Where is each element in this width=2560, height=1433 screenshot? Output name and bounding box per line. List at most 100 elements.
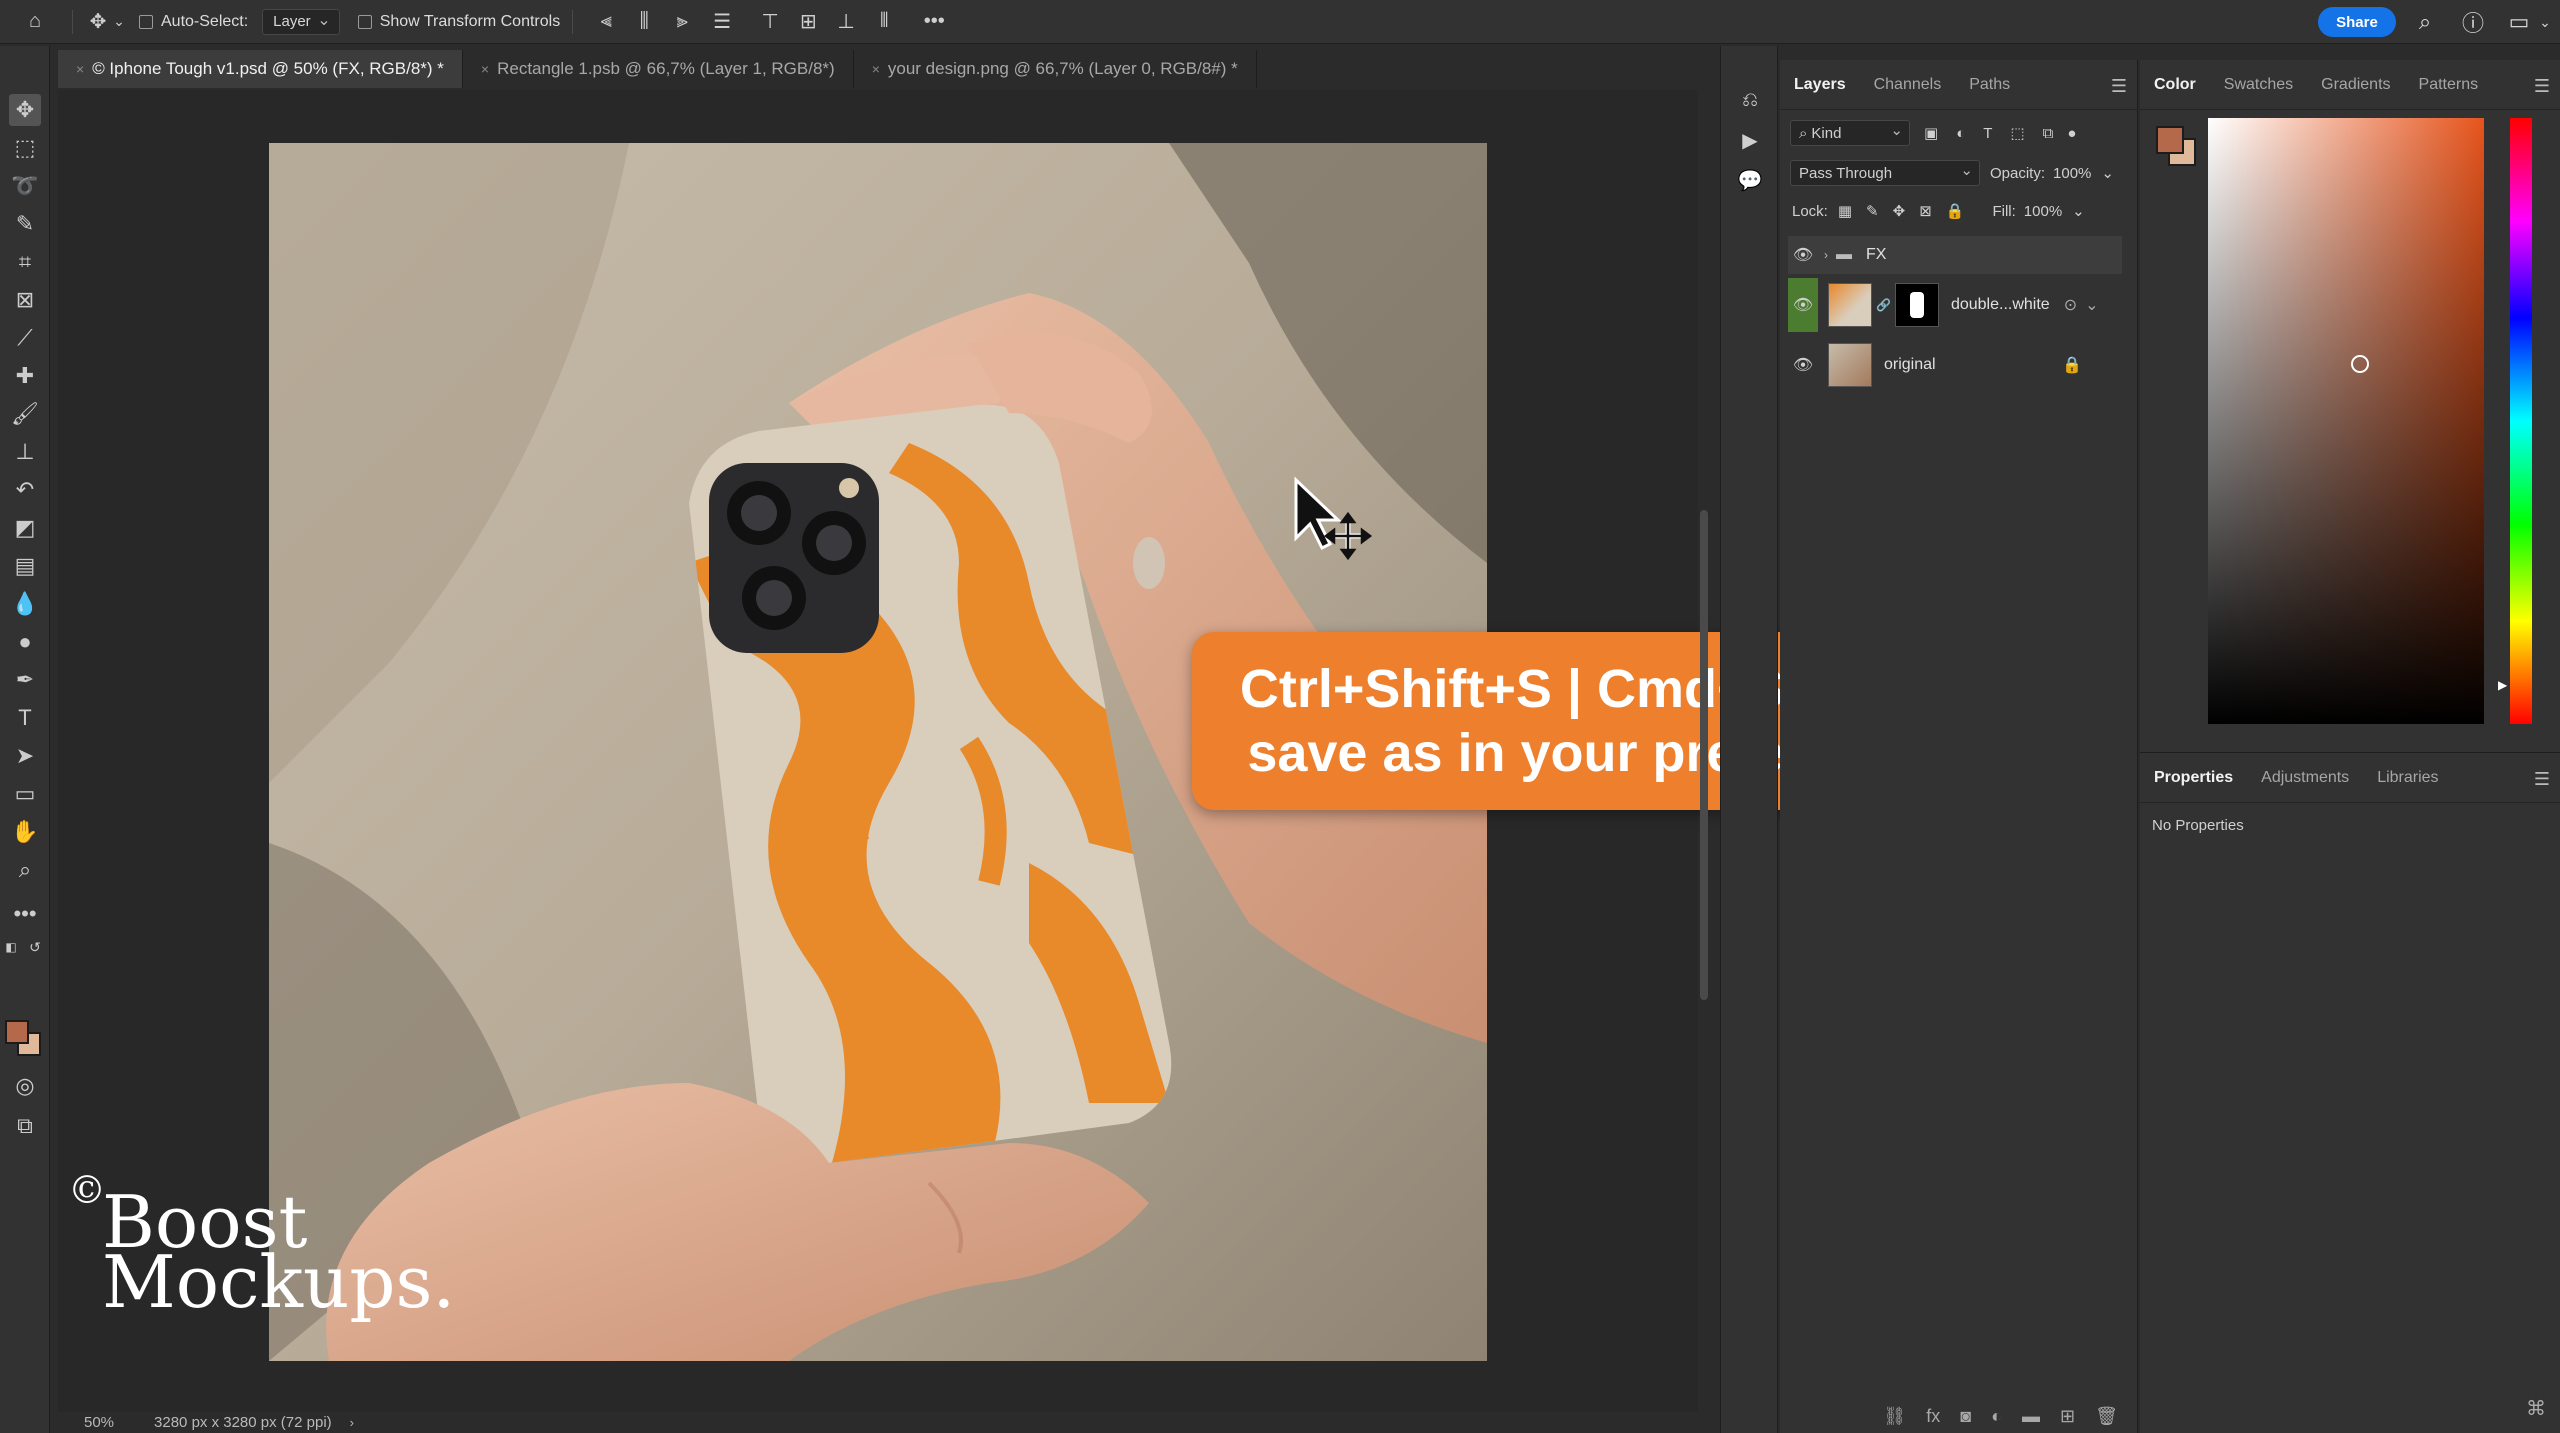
transform-controls-checkbox[interactable] — [357, 14, 372, 29]
new-group-icon[interactable]: ▬ — [2022, 1406, 2040, 1427]
tab-color[interactable]: Color — [2140, 60, 2210, 110]
tab-patterns[interactable]: Patterns — [2405, 60, 2493, 110]
tab-properties[interactable]: Properties — [2140, 753, 2247, 803]
fx-icon[interactable]: fx — [1926, 1406, 1940, 1427]
close-icon[interactable]: × — [481, 61, 489, 77]
tab-swatches[interactable]: Swatches — [2210, 60, 2307, 110]
lock-transparency-icon[interactable]: ▦ — [1838, 202, 1852, 220]
path-selection-tool-icon[interactable]: ➤ — [9, 740, 41, 772]
history-icon[interactable]: ⎌ — [1736, 86, 1764, 114]
lock-artboard-icon[interactable]: ⊠ — [1919, 202, 1932, 220]
rectangle-tool-icon[interactable]: ▭ — [9, 778, 41, 810]
layer-row-fx[interactable]: 👁 › ▬ FX — [1788, 236, 2122, 274]
align-left-icon[interactable]: ⫷ — [593, 9, 619, 35]
brush-tool-icon[interactable]: 🖌 — [9, 398, 41, 430]
panel-menu-icon[interactable]: ☰ — [2111, 76, 2127, 97]
frame-tool-icon[interactable]: ⊠ — [9, 284, 41, 316]
align-top-icon[interactable]: ⊤ — [757, 9, 783, 35]
tab-adjustments[interactable]: Adjustments — [2247, 753, 2363, 803]
zoom-level[interactable]: 50% — [84, 1414, 114, 1431]
search-icon[interactable]: ⌕ — [2412, 9, 2438, 35]
zoom-tool-icon[interactable]: ⌕ — [9, 854, 41, 886]
layer-row-original[interactable]: 👁 original 🔒 — [1788, 338, 2122, 392]
lock-position-icon[interactable]: ✥ — [1893, 202, 1906, 220]
dodge-tool-icon[interactable]: ● — [9, 626, 41, 658]
canvas-area[interactable]: Ctrl+Shift+S | Cmd+Shift+S(mac) save as … — [58, 90, 2128, 1412]
tab-iphone-tough[interactable]: × © Iphone Tough v1.psd @ 50% (FX, RGB/8… — [58, 50, 463, 88]
chevron-down-icon[interactable]: ⌄ — [2532, 9, 2558, 35]
home-icon[interactable]: ⌂ — [22, 9, 48, 35]
opacity-value[interactable]: 100% — [2053, 165, 2091, 182]
more-options-icon[interactable]: ••• — [921, 9, 947, 35]
filter-type-icon[interactable]: T — [1983, 125, 1992, 142]
color-picker-field[interactable] — [2208, 118, 2484, 724]
adjustment-layer-icon[interactable]: ◐ — [1991, 1406, 2002, 1427]
tab-your-design[interactable]: × your design.png @ 66,7% (Layer 0, RGB/… — [854, 50, 1257, 88]
link-layers-icon[interactable]: ⛓ — [1883, 1406, 1906, 1427]
panel-menu-icon[interactable]: ☰ — [2534, 76, 2550, 97]
blend-mode-dropdown[interactable]: Pass Through — [1790, 160, 1980, 186]
panel-menu-icon[interactable]: ☰ — [2534, 769, 2550, 790]
filter-toggle-icon[interactable]: ● — [2067, 125, 2076, 142]
add-mask-icon[interactable]: ◙ — [1960, 1406, 1971, 1427]
crop-tool-icon[interactable]: ⌗ — [9, 246, 41, 278]
type-tool-icon[interactable]: T — [9, 702, 41, 734]
chevron-down-icon[interactable]: ⌄ — [111, 9, 127, 35]
workspace-icon[interactable]: ▭ — [2506, 9, 2532, 35]
quick-select-tool-icon[interactable]: ✎ — [9, 208, 41, 240]
align-right-icon[interactable]: ⫸ — [669, 9, 695, 35]
align-center-icon[interactable]: ⫼ — [631, 9, 657, 35]
move-tool-icon[interactable]: ✥ — [9, 94, 41, 126]
visibility-eye-icon[interactable]: 👁 — [1788, 278, 1818, 332]
visibility-eye-icon[interactable]: 👁 — [1788, 355, 1818, 375]
hue-slider[interactable] — [2510, 118, 2532, 724]
lasso-tool-icon[interactable]: ➰ — [9, 170, 41, 202]
fill-value[interactable]: 100% — [2024, 203, 2062, 220]
move-tool-icon[interactable]: ✥ — [85, 9, 111, 35]
auto-select-dropdown[interactable]: Layer — [262, 8, 340, 35]
tab-channels[interactable]: Channels — [1860, 60, 1956, 110]
swap-colors-icon[interactable]: ↺ — [26, 938, 44, 956]
visibility-eye-icon[interactable]: 👁 — [1788, 245, 1818, 265]
chevron-down-icon[interactable]: ⌄ — [2101, 164, 2114, 182]
pen-tool-icon[interactable]: ✒ — [9, 664, 41, 696]
color-foreground-swatch[interactable] — [2156, 126, 2184, 154]
chevron-right-icon[interactable]: › — [1824, 248, 1828, 262]
layer-row-double-white[interactable]: 👁 🔗 double...white ⊙ ⌄ — [1788, 278, 2122, 332]
tab-paths[interactable]: Paths — [1955, 60, 2024, 110]
history-brush-tool-icon[interactable]: ↶ — [9, 474, 41, 506]
quick-mask-icon[interactable]: ◎ — [9, 1070, 41, 1102]
align-bottom-icon[interactable]: ⊥ — [833, 9, 859, 35]
vertical-scrollbar[interactable] — [1700, 510, 1708, 1000]
blur-tool-icon[interactable]: 💧 — [9, 588, 41, 620]
actions-play-icon[interactable]: ▶ — [1736, 126, 1764, 154]
filter-pixel-icon[interactable]: ▣ — [1924, 124, 1938, 142]
close-icon[interactable]: × — [872, 61, 880, 77]
healing-brush-tool-icon[interactable]: ✚ — [9, 360, 41, 392]
close-icon[interactable]: × — [76, 61, 84, 77]
assistant-icon[interactable]: ⌘ — [2526, 1396, 2546, 1421]
tab-layers[interactable]: Layers — [1780, 60, 1860, 110]
hue-pointer-icon[interactable]: ▶ — [2498, 678, 2507, 692]
filter-kind-dropdown[interactable]: ⌕ Kind — [1790, 120, 1910, 146]
tab-gradients[interactable]: Gradients — [2307, 60, 2404, 110]
default-colors-icon[interactable]: ◧ — [2, 938, 20, 956]
layer-mask-thumbnail[interactable] — [1894, 283, 1939, 327]
foreground-color-swatch[interactable] — [5, 1020, 29, 1044]
filter-adjustment-icon[interactable]: ◐ — [1956, 125, 1965, 142]
screen-mode-icon[interactable]: ⧉ — [9, 1110, 41, 1142]
link-icon[interactable]: 🔗 — [1876, 298, 1891, 312]
filter-smart-object-icon[interactable]: ⧉ — [2043, 125, 2054, 142]
tab-rectangle[interactable]: × Rectangle 1.psb @ 66,7% (Layer 1, RGB/… — [463, 50, 854, 88]
comments-icon[interactable]: 💬 — [1736, 166, 1764, 194]
eraser-tool-icon[interactable]: ◩ — [9, 512, 41, 544]
gradient-tool-icon[interactable]: ▤ — [9, 550, 41, 582]
lock-all-icon[interactable]: 🔒 — [1946, 202, 1965, 220]
delete-layer-icon[interactable]: 🗑 — [2095, 1406, 2118, 1427]
distribute-icon[interactable]: ☰ — [709, 9, 735, 35]
tab-libraries[interactable]: Libraries — [2363, 753, 2452, 803]
help-icon[interactable]: ⓘ — [2460, 9, 2486, 36]
stamp-tool-icon[interactable]: ⊥ — [9, 436, 41, 468]
chevron-down-icon[interactable]: ⌄ — [2072, 202, 2085, 220]
more-tools-icon[interactable]: ••• — [9, 898, 41, 930]
